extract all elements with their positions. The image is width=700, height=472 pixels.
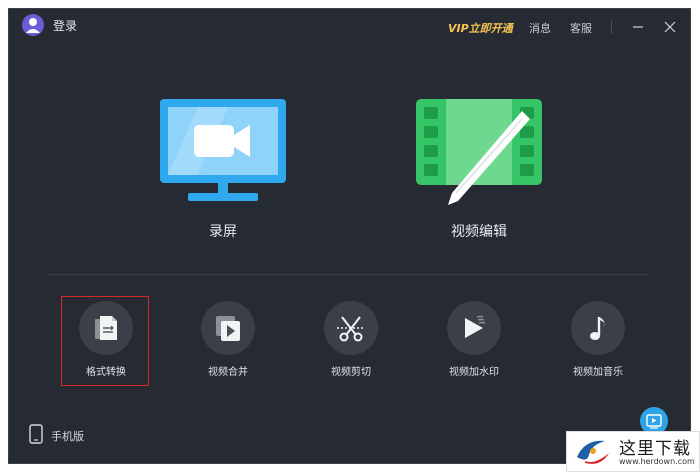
highlight-box [61,296,149,386]
user-avatar-icon [26,18,40,33]
mobile-version-label: 手机版 [51,430,84,443]
tool-circle [447,301,501,355]
title-separator [611,20,612,34]
watermark-logo-icon [577,440,609,464]
tool-circle [571,301,625,355]
close-button[interactable] [663,19,677,33]
video-edit-label: 视频编辑 [451,224,507,240]
screen-record-tile[interactable]: 录屏 [158,97,288,247]
play-screen-icon [646,414,662,429]
music-note-icon [590,317,605,340]
video-edit-tile[interactable]: 视频编辑 [414,97,544,247]
vip-open-button[interactable]: VIP立即开通 [448,20,513,36]
tool-label: 视频合并 [208,367,248,378]
tool-circle [324,301,378,355]
avatar[interactable] [22,14,44,36]
app-window: 登录 VIP立即开通 消息 客服 录屏 视频编辑 格式转换 视频合并 视频剪切 … [8,8,691,464]
close-icon [664,21,676,33]
login-link[interactable]: 登录 [53,17,77,34]
watermark-text: 这里下载 [619,439,691,459]
play-watermark-icon [465,315,486,338]
tool-circle [201,301,255,355]
watermark-url: www.herdown.com [619,457,695,466]
section-divider [49,274,649,275]
tool-label: 视频加音乐 [573,367,623,378]
minimize-button[interactable] [631,19,645,33]
tool-video-cut[interactable]: 视频剪切 [306,301,396,391]
tool-video-merge[interactable]: 视频合并 [183,301,273,391]
film-pen-icon [416,99,542,205]
customer-service-link[interactable]: 客服 [570,20,592,36]
tool-video-music[interactable]: 视频加音乐 [553,301,643,391]
title-bar: 登录 VIP立即开通 消息 客服 [9,9,690,43]
monitor-camera-icon [160,99,286,201]
messages-link[interactable]: 消息 [529,20,551,36]
screen-record-label: 录屏 [209,224,237,240]
tool-label: 视频剪切 [331,367,371,378]
tool-video-watermark[interactable]: 视频加水印 [429,301,519,391]
scissors-icon [337,316,365,342]
site-watermark: 这里下载 www.herdown.com [566,431,700,472]
tool-label: 视频加水印 [449,367,499,378]
mobile-version-link[interactable]: 手机版 [29,424,99,444]
minimize-icon [633,26,643,28]
phone-icon [29,424,43,444]
video-merge-icon [216,316,240,341]
